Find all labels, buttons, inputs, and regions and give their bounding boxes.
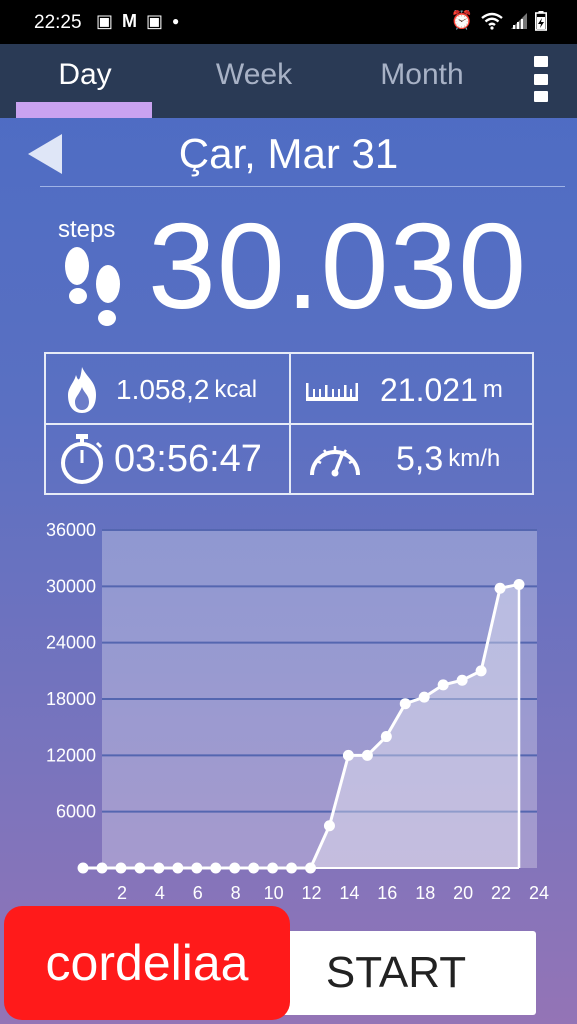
box-icon: ▣ <box>96 11 114 31</box>
chart-data-point <box>267 862 279 874</box>
calories-cell: 1.058,2 kcal <box>62 356 287 424</box>
chart-data-point <box>210 862 222 874</box>
menu-dot <box>534 56 548 67</box>
chart-data-point <box>361 749 373 761</box>
x-tick-label: 16 <box>377 883 397 903</box>
chart-data-point <box>134 862 146 874</box>
chart-data-point <box>380 731 392 743</box>
tab-week[interactable]: Week <box>169 58 339 92</box>
calories-unit: kcal <box>214 376 258 403</box>
stopwatch-icon <box>61 434 103 484</box>
chart-data-point <box>229 862 241 874</box>
y-tick-label: 6000 <box>56 802 96 822</box>
steps-chart-svg: 600012000180002400030000360002 4 6 8 10 12 14 1… <box>46 520 549 903</box>
speed-unit: km/h <box>448 445 501 472</box>
x-tick-label: 20 <box>453 883 473 903</box>
alarm-icon: ⏰ <box>450 10 473 30</box>
chart-data-point <box>437 679 449 691</box>
x-tick-label: 12 <box>301 883 321 903</box>
x-tick-label: 6 <box>193 883 203 903</box>
x-tick-label: 2 <box>117 883 127 903</box>
system-icons: ⏰ <box>451 10 547 31</box>
chart-data-point <box>305 862 316 874</box>
steps-label: steps <box>58 216 116 243</box>
speed-cell: 5,3 km/h <box>306 425 531 493</box>
speed-value: 5,3 <box>396 439 444 478</box>
y-tick-label: 18000 <box>46 689 96 709</box>
steps-count: 30.030 <box>148 198 528 334</box>
date-bar: Çar, Mar 31 <box>0 118 577 188</box>
distance-cell: 21.021 m <box>304 356 529 424</box>
chart-data-point <box>96 862 108 874</box>
x-tick-label: 14 <box>339 883 359 903</box>
chart-data-point <box>418 691 430 703</box>
overflow-menu-button[interactable] <box>534 56 550 102</box>
dot-icon: ● <box>172 14 180 28</box>
speedometer-icon <box>310 446 360 477</box>
distance-unit: m <box>482 376 503 403</box>
menu-dot <box>534 73 548 85</box>
chart-data-point <box>399 698 411 710</box>
signal-icon <box>511 12 527 29</box>
x-tick-label: 10 <box>264 883 284 903</box>
chart-data-point <box>342 749 354 761</box>
chart-data-point <box>494 582 506 594</box>
chart-data-point <box>153 862 165 874</box>
date-label: Çar, Mar 31 <box>178 130 399 177</box>
status-time: 22:25 <box>34 12 82 33</box>
ruler-icon <box>306 383 358 401</box>
tab-month[interactable]: Month <box>337 58 507 92</box>
x-tick-label: 22 <box>491 883 511 903</box>
date-divider <box>40 186 565 187</box>
x-tick-label: 4 <box>155 883 165 903</box>
duration-value: 03:56:47 <box>114 437 262 480</box>
x-tick-label: 8 <box>231 883 241 903</box>
chart-data-point <box>248 862 260 874</box>
distance-value: 21.021 <box>380 371 478 408</box>
chart-data-point <box>191 862 203 874</box>
chart-data-point <box>286 862 298 874</box>
menu-dot <box>534 91 548 102</box>
footprints-icon <box>65 247 120 326</box>
chart-data-point <box>475 665 487 677</box>
steps-chart: 6000 12000 18000 24000 30000 36000 2 4 6 8 10 12 14 1… <box>0 515 577 915</box>
box-icon: ▣ <box>146 11 164 31</box>
active-tab-indicator <box>16 102 152 118</box>
username-watermark: cordeliaa <box>4 906 290 1020</box>
wifi-icon <box>481 12 503 30</box>
tab-day[interactable]: Day <box>0 58 170 92</box>
gmail-icon: M <box>122 11 138 31</box>
period-tab-bar: Day Week Month <box>0 44 577 118</box>
y-tick-label: 36000 <box>46 520 96 540</box>
duration-cell: 03:56:47 <box>58 425 283 493</box>
notification-icons: ▣ M ▣ ● <box>96 11 179 32</box>
flame-icon <box>68 367 96 413</box>
chart-data-point <box>77 862 89 874</box>
chart-data-point <box>323 820 335 832</box>
chart-data-point <box>456 674 468 686</box>
x-tick-label: 18 <box>415 883 435 903</box>
y-tick-label: 24000 <box>46 633 96 653</box>
chart-data-point <box>513 578 525 590</box>
status-bar: 22:25 ▣ M ▣ ● ⏰ <box>0 0 577 44</box>
stats-grid: 1.058,2 kcal 21.021 m 03:56:47 5,3 km/h <box>44 352 534 495</box>
y-tick-label: 12000 <box>46 745 96 765</box>
chart-data-point <box>172 862 184 874</box>
chart-data-point <box>115 862 127 874</box>
battery-charging-icon <box>535 10 547 31</box>
calories-value: 1.058,2 <box>116 374 210 405</box>
x-tick-label: 24 <box>529 883 549 903</box>
start-button[interactable]: START <box>256 931 536 1015</box>
y-tick-label: 30000 <box>46 576 96 596</box>
